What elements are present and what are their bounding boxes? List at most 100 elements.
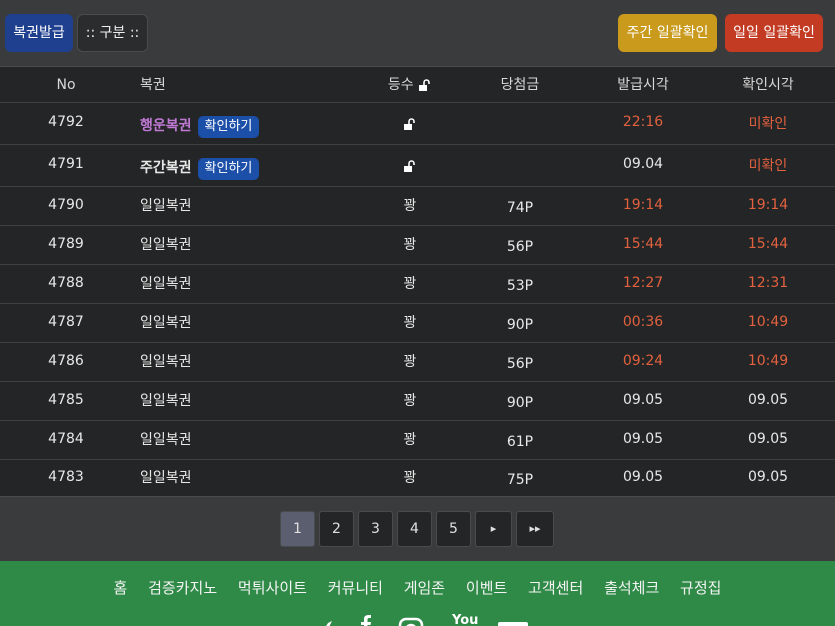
issue-lottery-button[interactable]: 복권발급 xyxy=(5,14,73,52)
row-name: 일일복권 xyxy=(140,198,192,214)
daily-bulk-confirm-button[interactable]: 일일 일괄확인 xyxy=(725,14,823,52)
row-grade: 꽝 xyxy=(403,198,417,214)
row-grade: 꽝 xyxy=(403,276,417,292)
footer-link-game-zone[interactable]: 게임존 xyxy=(404,579,445,597)
row-issued: 09.05 xyxy=(622,392,664,408)
row-no: 4788 xyxy=(48,275,84,291)
row-name: 일일복권 xyxy=(140,237,192,253)
table-row: 4790 일일복권 꽝 74P 19:14 19:14 xyxy=(0,187,835,226)
row-name: 일일복권 xyxy=(140,276,192,292)
table-header: No 복권 등수 당첨금 발급시각 확인시각 xyxy=(0,67,835,103)
row-confirmed: 10:49 xyxy=(747,314,789,330)
row-name: 일일복권 xyxy=(140,470,192,486)
footer-link-home[interactable]: 홈 xyxy=(114,579,128,597)
table-row: 4789 일일복권 꽝 56P 15:44 15:44 xyxy=(0,226,835,265)
row-prize: 90P xyxy=(506,317,534,333)
weekly-bulk-confirm-button[interactable]: 주간 일괄확인 xyxy=(618,14,717,52)
header-grade: 등수 xyxy=(360,67,460,103)
row-issued: 22:16 xyxy=(622,114,664,130)
footer-link-community[interactable]: 커뮤니티 xyxy=(328,579,383,597)
row-issued: 09.05 xyxy=(622,431,664,447)
table-row: 4788 일일복권 꽝 53P 12:27 12:31 xyxy=(0,265,835,304)
header-name: 복권 xyxy=(140,77,166,93)
facebook-icon[interactable] xyxy=(360,615,372,626)
next-arrow-icon: ▸ xyxy=(490,522,497,535)
row-confirmed: 12:31 xyxy=(747,275,789,291)
table-row: 4785 일일복권 꽝 90P 09.05 09.05 xyxy=(0,382,835,421)
row-no: 4785 xyxy=(48,392,84,408)
row-no: 4783 xyxy=(48,469,84,485)
row-issued: 09:24 xyxy=(622,353,664,369)
confirm-button[interactable]: 확인하기 xyxy=(197,116,260,138)
footer-link-scam-sites[interactable]: 먹튀사이트 xyxy=(238,579,307,597)
footer: 홈 검증카지노 먹튀사이트 커뮤니티 게임존 이벤트 고객센터 출석체크 규정집… xyxy=(0,561,835,626)
page-1-button[interactable]: 1 xyxy=(280,511,315,547)
row-grade: 꽝 xyxy=(403,315,417,331)
table-row: 4783 일일복권 꽝 75P 09.05 09.05 xyxy=(0,460,835,497)
row-confirmed: 15:44 xyxy=(747,236,789,252)
row-grade xyxy=(360,103,460,145)
row-grade: 꽝 xyxy=(403,432,417,448)
row-issued: 09.04 xyxy=(622,156,664,172)
footer-link-events[interactable]: 이벤트 xyxy=(466,579,507,597)
row-name-cell: 주간복권 확인하기 xyxy=(140,145,260,191)
footer-link-verified-casino[interactable]: 검증카지노 xyxy=(148,579,217,597)
row-prize: 53P xyxy=(506,278,534,294)
row-confirmed: 10:49 xyxy=(747,353,789,369)
row-grade: 꽝 xyxy=(403,354,417,370)
instagram-icon[interactable] xyxy=(398,617,424,626)
confirm-button[interactable]: 확인하기 xyxy=(197,158,260,180)
row-confirmed: 미확인 xyxy=(748,158,788,174)
unlock-icon[interactable] xyxy=(403,159,417,173)
row-no: 4789 xyxy=(48,236,84,252)
page-3-button[interactable]: 3 xyxy=(358,511,393,547)
unlock-icon[interactable] xyxy=(403,117,417,131)
header-prize: 당첨금 xyxy=(500,77,540,93)
row-confirmed: 09.05 xyxy=(747,392,789,408)
row-grade: 꽝 xyxy=(403,393,417,409)
lottery-table: No 복권 등수 당첨금 발급시각 확인시각 4792 행운복권 확인하기 22:… xyxy=(0,66,835,497)
row-grade: 꽝 xyxy=(403,237,417,253)
row-no: 4790 xyxy=(48,197,84,213)
row-grade xyxy=(360,145,460,187)
row-issued: 15:44 xyxy=(622,236,664,252)
table-row: 4791 주간복권 확인하기 09.04 미확인 xyxy=(0,145,835,187)
row-confirmed: 미확인 xyxy=(748,116,788,132)
page-4-button[interactable]: 4 xyxy=(397,511,432,547)
next-page-button[interactable]: ▸ xyxy=(475,511,512,547)
page-5-button[interactable]: 5 xyxy=(436,511,471,547)
footer-link-customer-center[interactable]: 고객센터 xyxy=(528,579,583,597)
row-issued: 09.05 xyxy=(622,469,664,485)
row-no: 4787 xyxy=(48,314,84,330)
toolbar: 복권발급 :: 구분 :: 주간 일괄확인 일일 일괄확인 xyxy=(0,0,835,66)
last-arrow-icon: ▸▸ xyxy=(529,522,541,535)
twitter-icon[interactable] xyxy=(306,619,334,626)
footer-nav: 홈 검증카지노 먹튀사이트 커뮤니티 게임존 이벤트 고객센터 출석체크 규정집 xyxy=(0,577,835,598)
email-icon[interactable] xyxy=(497,621,529,626)
row-confirmed: 09.05 xyxy=(747,469,789,485)
footer-link-attendance[interactable]: 출석체크 xyxy=(604,579,659,597)
row-no: 4784 xyxy=(48,431,84,447)
row-prize: 90P xyxy=(506,395,534,411)
row-name: 일일복권 xyxy=(140,432,192,448)
header-grade-label: 등수 xyxy=(387,77,414,93)
row-issued: 12:27 xyxy=(622,275,664,291)
table-row: 4784 일일복권 꽝 61P 09.05 09.05 xyxy=(0,421,835,460)
row-issued: 00:36 xyxy=(622,314,664,330)
row-confirmed: 19:14 xyxy=(747,197,789,213)
last-page-button[interactable]: ▸▸ xyxy=(516,511,554,547)
row-confirmed: 09.05 xyxy=(747,431,789,447)
row-grade: 꽝 xyxy=(403,470,417,486)
row-name: 행운복권 xyxy=(140,118,192,134)
footer-link-rules[interactable]: 규정집 xyxy=(680,579,721,597)
table-row: 4787 일일복권 꽝 90P 00:36 10:49 xyxy=(0,304,835,343)
row-name: 일일복권 xyxy=(140,354,192,370)
youtube-icon[interactable]: You xyxy=(452,613,478,626)
row-issued: 19:14 xyxy=(622,197,664,213)
page-2-button[interactable]: 2 xyxy=(319,511,354,547)
unlock-icon[interactable] xyxy=(418,78,432,92)
category-select[interactable]: :: 구분 :: xyxy=(77,14,148,52)
row-name: 일일복권 xyxy=(140,393,192,409)
row-no: 4792 xyxy=(48,114,84,130)
table-row: 4786 일일복권 꽝 56P 09:24 10:49 xyxy=(0,343,835,382)
